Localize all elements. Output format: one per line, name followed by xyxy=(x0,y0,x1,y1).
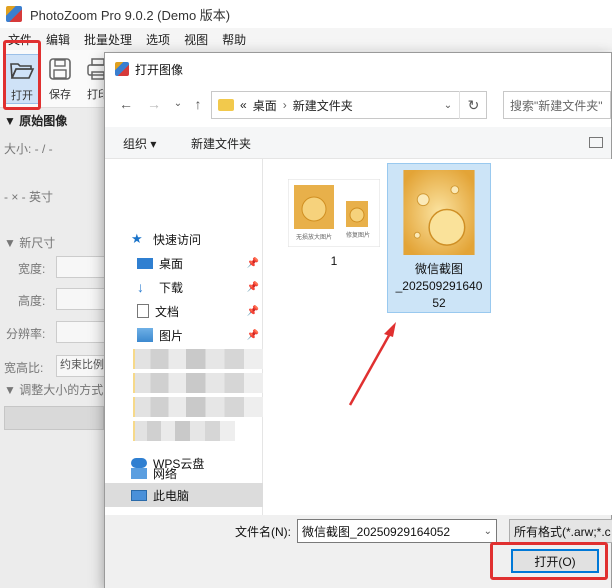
save-toolbar-label: 保存 xyxy=(49,89,71,101)
dialog-titlebar: 打开图像 xyxy=(105,53,611,85)
filename-value: 微信截图_20250929164052 xyxy=(302,524,451,539)
filename-dropdown-icon[interactable]: ⌄ xyxy=(484,526,492,537)
left-settings-panel: ▼ 原始图像 大小: - / - - × - 英寸 ▼ 新尺寸 宽度: 高度: … xyxy=(0,108,106,588)
file-thumbnail-1: 无损放大图片 修复图片 xyxy=(288,179,380,247)
network-icon xyxy=(131,467,147,479)
new-folder-button[interactable]: 新建文件夹 xyxy=(191,135,251,152)
menu-batch[interactable]: 批量处理 xyxy=(84,31,132,48)
app-menubar: 文件 编辑 批量处理 选项 视图 帮助 xyxy=(0,28,612,50)
dialog-command-bar: 组织 ▾ 新建文件夹 xyxy=(105,127,611,159)
nav-documents-label: 文档 xyxy=(155,304,180,319)
refresh-icon[interactable]: ↻ xyxy=(459,91,487,119)
resize-method-bar[interactable] xyxy=(4,406,104,430)
breadcrumb-new-folder[interactable]: 新建文件夹 xyxy=(293,97,353,114)
aspect-ratio-select[interactable]: 约束比例 xyxy=(56,355,106,377)
file-thumbnail-2 xyxy=(403,170,475,255)
nav-quick-access[interactable]: ★ 快速访问 xyxy=(105,227,263,251)
highlight-dialog-open-button xyxy=(490,542,608,580)
forward-arrow-icon[interactable]: → xyxy=(145,95,163,113)
nav-network-label: 网络 xyxy=(153,466,178,481)
filename-input[interactable]: 微信截图_20250929164052 ⌄ xyxy=(297,519,497,543)
breadcrumb-overflow[interactable]: « xyxy=(240,98,247,112)
menu-view[interactable]: 视图 xyxy=(184,31,208,48)
download-arrow-icon: ↓ xyxy=(137,279,144,295)
thumb-caption-left: 无损放大图片 xyxy=(296,233,332,241)
nav-desktop[interactable]: 桌面 📌 xyxy=(105,251,263,275)
file-name-2-line-1: 微信截图 xyxy=(414,262,463,276)
resize-method-header[interactable]: ▼ 调整大小的方式 xyxy=(4,381,103,398)
height-field[interactable] xyxy=(56,288,106,310)
breadcrumb-chevron-icon: › xyxy=(282,98,287,112)
address-dropdown-icon[interactable]: ⌄ xyxy=(437,91,459,119)
menu-edit[interactable]: 编辑 xyxy=(46,31,70,48)
file-name-2: 微信截图 _202509291640 52 xyxy=(396,261,483,312)
nav-pictures[interactable]: 图片 📌 xyxy=(105,323,263,347)
pin-icon: 📌 xyxy=(246,257,259,269)
up-arrow-icon[interactable]: ↑ xyxy=(189,95,207,113)
breadcrumb-desktop[interactable]: 桌面 xyxy=(253,97,277,114)
pin-icon: 📌 xyxy=(246,281,259,293)
width-field[interactable] xyxy=(56,256,106,278)
width-label: 宽度: xyxy=(18,262,46,276)
photozoom-logo-icon xyxy=(115,62,129,76)
app-title: PhotoZoom Pro 9.0.2 (Demo 版本) xyxy=(30,7,231,23)
blurred-nav-item[interactable] xyxy=(135,397,263,417)
height-label: 高度: xyxy=(18,294,46,308)
aspect-ratio-label: 宽高比: xyxy=(4,361,44,375)
nav-downloads-label: 下载 xyxy=(159,280,184,295)
nav-quick-access-label: 快速访问 xyxy=(153,232,202,247)
original-size-text: 大小: - / - xyxy=(4,142,53,156)
folder-icon xyxy=(218,99,234,111)
new-size-header[interactable]: ▼ 新尺寸 xyxy=(4,234,55,251)
file-type-filter-select[interactable]: 所有格式(*.arw;*.c xyxy=(509,519,612,543)
file-name-2-line-2: _202509291640 xyxy=(395,279,483,293)
save-toolbar-button[interactable]: 保存 xyxy=(42,54,78,104)
menu-help[interactable]: 帮助 xyxy=(222,31,246,48)
resolution-field[interactable] xyxy=(56,321,106,343)
organize-button[interactable]: 组织 ▾ xyxy=(123,135,156,152)
nav-downloads[interactable]: ↓ 下载 📌 xyxy=(105,275,263,299)
nav-documents[interactable]: 文档 📌 xyxy=(105,299,263,323)
nav-this-pc[interactable]: 此电脑 xyxy=(105,483,263,507)
star-icon: ★ xyxy=(131,231,143,246)
original-unit-text: - × - 英寸 xyxy=(4,190,54,204)
desktop-icon xyxy=(137,257,153,269)
dialog-navigation-bar: ← → ⌄ ↑ « 桌面 › 新建文件夹 ⌄ ↻ 搜索"新建文件夹" xyxy=(105,87,611,123)
blurred-nav-item[interactable] xyxy=(135,373,263,393)
pin-icon: 📌 xyxy=(246,329,259,341)
file-name-2-line-3: 52 xyxy=(432,296,446,310)
view-mode-icon[interactable] xyxy=(589,137,603,148)
highlight-open-button xyxy=(3,40,41,110)
nav-this-pc-label: 此电脑 xyxy=(153,488,190,503)
original-image-header[interactable]: ▼ 原始图像 xyxy=(4,112,67,129)
dialog-title: 打开图像 xyxy=(135,62,184,77)
nav-desktop-label: 桌面 xyxy=(159,256,184,271)
pin-icon: 📌 xyxy=(246,305,259,317)
file-item-2-selected[interactable]: 微信截图 _202509291640 52 xyxy=(387,163,491,313)
file-name-1: 1 xyxy=(330,254,338,268)
resolution-label: 分辨率: xyxy=(6,327,46,341)
filename-label: 文件名(N): xyxy=(235,525,291,539)
file-list-area: 无损放大图片 修复图片 1 微信截图 _202509291640 52 xyxy=(264,159,612,515)
blurred-nav-item[interactable] xyxy=(135,349,263,369)
thumb-caption-right: 修复图片 xyxy=(346,231,370,239)
blurred-nav-item[interactable] xyxy=(135,421,235,441)
computer-icon xyxy=(131,489,147,501)
search-input[interactable]: 搜索"新建文件夹" xyxy=(503,91,611,119)
menu-options[interactable]: 选项 xyxy=(146,31,170,48)
back-arrow-icon[interactable]: ← xyxy=(117,95,135,113)
nav-network[interactable]: 网络 xyxy=(105,461,263,485)
photozoom-logo-icon xyxy=(6,6,22,22)
app-titlebar: PhotoZoom Pro 9.0.2 (Demo 版本) xyxy=(0,0,612,28)
nav-pictures-label: 图片 xyxy=(159,328,184,343)
open-image-dialog: 打开图像 ← → ⌄ ↑ « 桌面 › 新建文件夹 ⌄ ↻ 搜索"新建文件夹" … xyxy=(104,52,612,588)
document-icon xyxy=(137,304,149,318)
save-icon xyxy=(49,58,71,80)
picture-icon xyxy=(137,328,153,342)
file-item-1[interactable]: 无损放大图片 修复图片 1 xyxy=(282,165,386,270)
history-dropdown-icon[interactable]: ⌄ xyxy=(169,95,187,113)
